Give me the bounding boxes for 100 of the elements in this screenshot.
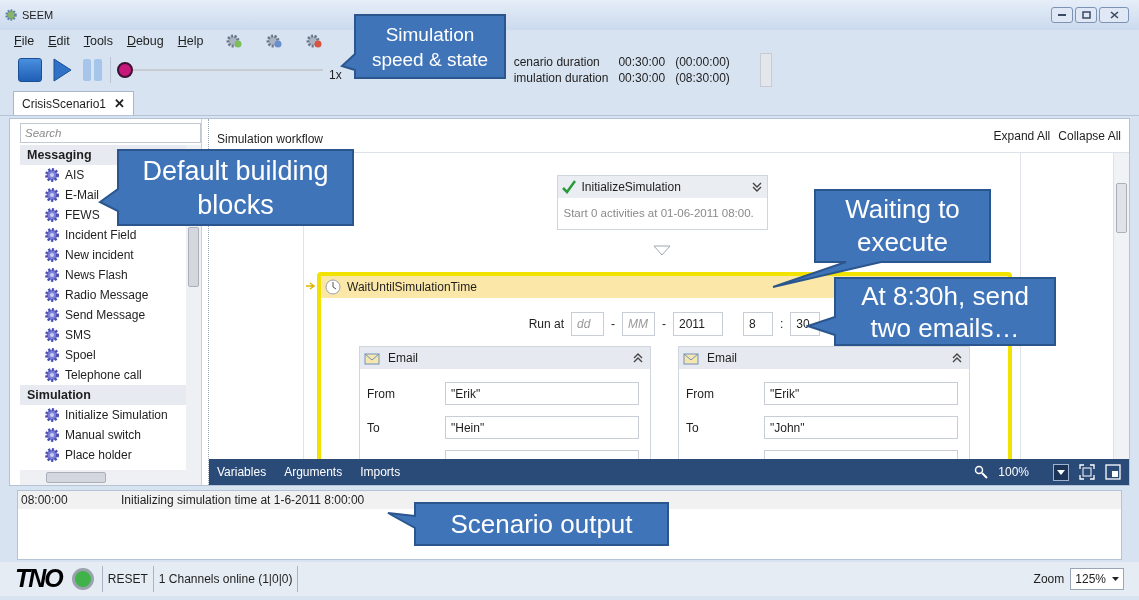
gear-icon[interactable] <box>265 32 284 50</box>
scrollbar-thumb[interactable] <box>188 227 199 287</box>
run-at-label: Run at <box>528 316 564 334</box>
toolbox-item[interactable]: FEWS <box>65 206 100 224</box>
category-header[interactable]: Simulation <box>20 385 186 405</box>
collapse-icon[interactable] <box>632 352 644 365</box>
input-field[interactable]: "Erik" <box>764 382 958 406</box>
input-field[interactable]: 2011 <box>673 312 723 337</box>
callout-text: Simulation speed & state <box>370 22 490 72</box>
minimize-button[interactable] <box>1051 7 1073 23</box>
link[interactable]: Collapse All <box>1058 126 1121 145</box>
separator: - <box>611 316 615 334</box>
expand-icon[interactable] <box>750 181 763 193</box>
link[interactable]: Expand All <box>993 126 1051 145</box>
caret-icon <box>1057 469 1065 475</box>
toolbox-item[interactable]: Incident Field <box>65 226 137 244</box>
toolbox-item[interactable]: SMS <box>65 326 91 344</box>
search-field[interactable]: Search <box>20 123 201 143</box>
gear-icon <box>44 167 60 183</box>
toolbox-item[interactable]: Place holder <box>65 446 132 464</box>
speed-slider[interactable] <box>117 61 323 79</box>
zoom-reading: 100% <box>998 464 1029 481</box>
toolbox-item[interactable]: Initialize Simulation <box>65 406 168 424</box>
toolbox-item[interactable]: Manual switch <box>65 426 142 444</box>
envelope-icon <box>683 351 699 366</box>
separator: - <box>662 316 666 334</box>
designer-tab[interactable]: Arguments <box>284 463 343 481</box>
toolbox-item[interactable]: New incident <box>65 246 134 264</box>
menu-item[interactable]: File <box>14 31 35 51</box>
gear-icon[interactable] <box>225 32 244 50</box>
gear-icon <box>44 347 60 363</box>
arrow-right-icon <box>306 282 316 291</box>
speed-reading: 1x <box>329 67 342 84</box>
gear-icon <box>44 227 60 243</box>
maximize-icon <box>1081 11 1091 19</box>
designer-tab[interactable]: Variables <box>217 463 267 481</box>
email-card[interactable]: Email From "Erik" To "John" <box>678 346 970 459</box>
gear-icon <box>4 8 18 22</box>
zoom-label: Zoom <box>1033 571 1065 588</box>
toolbox-item[interactable]: News Flash <box>65 266 128 284</box>
envelope-icon <box>364 351 380 366</box>
logo: TNO <box>15 563 62 595</box>
play-icon[interactable] <box>52 58 72 82</box>
menu-item[interactable]: Help <box>177 31 204 51</box>
gear-icon <box>44 367 60 383</box>
dropdown-button[interactable] <box>1053 463 1069 481</box>
toolbox-item[interactable]: Send Message <box>65 306 146 324</box>
toolbox-item[interactable]: E-Mail <box>65 186 99 204</box>
slider-thumb[interactable] <box>117 62 133 78</box>
duration-elapsed: (08:30:00) <box>675 70 730 86</box>
input-field[interactable]: "Hein" <box>445 416 639 440</box>
tab-label: CrisisScenario1 <box>22 95 107 113</box>
toolbox-item[interactable]: Telephone call <box>65 366 142 384</box>
zoom-dropdown[interactable]: 125% <box>1070 568 1124 590</box>
channels-status: 1 Channels online (1|0|0) <box>157 571 294 588</box>
separator: : <box>780 316 784 334</box>
email-title: Email <box>707 350 737 368</box>
field-label: To <box>367 419 381 437</box>
activity-card[interactable]: InitializeSimulation Start 0 activities at 01-06-2011 08:00. <box>556 175 768 231</box>
activity-title: InitializeSimulation <box>581 179 681 196</box>
duration-elapsed: (00:00:00) <box>675 54 730 70</box>
gear-icon <box>44 287 60 303</box>
gear-icon <box>44 307 60 323</box>
gear-icon[interactable] <box>305 32 324 50</box>
toolbox-item[interactable]: Radio Message <box>65 286 149 304</box>
input-field[interactable]: "John" <box>764 416 958 440</box>
toolbox-item[interactable]: Spoel <box>65 346 96 364</box>
callout-text: Waiting to execute <box>844 193 961 259</box>
close-icon <box>1109 11 1119 19</box>
input-field[interactable]: 8 <box>743 312 773 337</box>
gear-icon <box>44 187 60 203</box>
caret-icon <box>1112 577 1119 581</box>
callout-text: Scenario output <box>450 508 633 540</box>
menu-item[interactable]: Tools <box>83 31 113 51</box>
email-card[interactable]: Email From "Erik" To "Hein" <box>359 346 651 459</box>
arrow-down-icon <box>653 245 671 257</box>
fit-screen-icon[interactable] <box>1079 464 1095 480</box>
stop-button[interactable] <box>18 58 42 82</box>
toolbox-item[interactable]: AIS <box>65 166 85 184</box>
duration-value: 00:30:00 <box>618 54 666 70</box>
duration-value: 00:30:00 <box>618 70 666 86</box>
designer-title: Simulation workflow <box>217 130 324 148</box>
close-button[interactable] <box>1099 7 1129 23</box>
reset-button[interactable]: RESET <box>102 570 153 588</box>
duration-label: cenario duration <box>513 54 601 70</box>
close-tab-button[interactable]: ✕ <box>114 93 126 114</box>
menu-item[interactable]: Edit <box>48 31 70 51</box>
email-title: Email <box>388 350 418 368</box>
collapse-icon[interactable] <box>951 352 963 365</box>
output-message: Initializing simulation time at 1-6-2011 8:00:00 <box>121 492 365 509</box>
designer-tab[interactable]: Imports <box>360 463 401 481</box>
gear-icon <box>44 247 60 263</box>
duration-label: imulation duration <box>513 70 609 86</box>
input-field[interactable]: "Erik" <box>445 382 639 406</box>
overview-icon[interactable] <box>1105 464 1121 480</box>
search-icon[interactable] <box>974 465 989 479</box>
menu-item[interactable]: Debug <box>126 31 164 51</box>
document-tab[interactable]: CrisisScenario1 ✕ <box>13 91 135 115</box>
maximize-button[interactable] <box>1075 7 1097 23</box>
gear-icon <box>44 407 60 423</box>
